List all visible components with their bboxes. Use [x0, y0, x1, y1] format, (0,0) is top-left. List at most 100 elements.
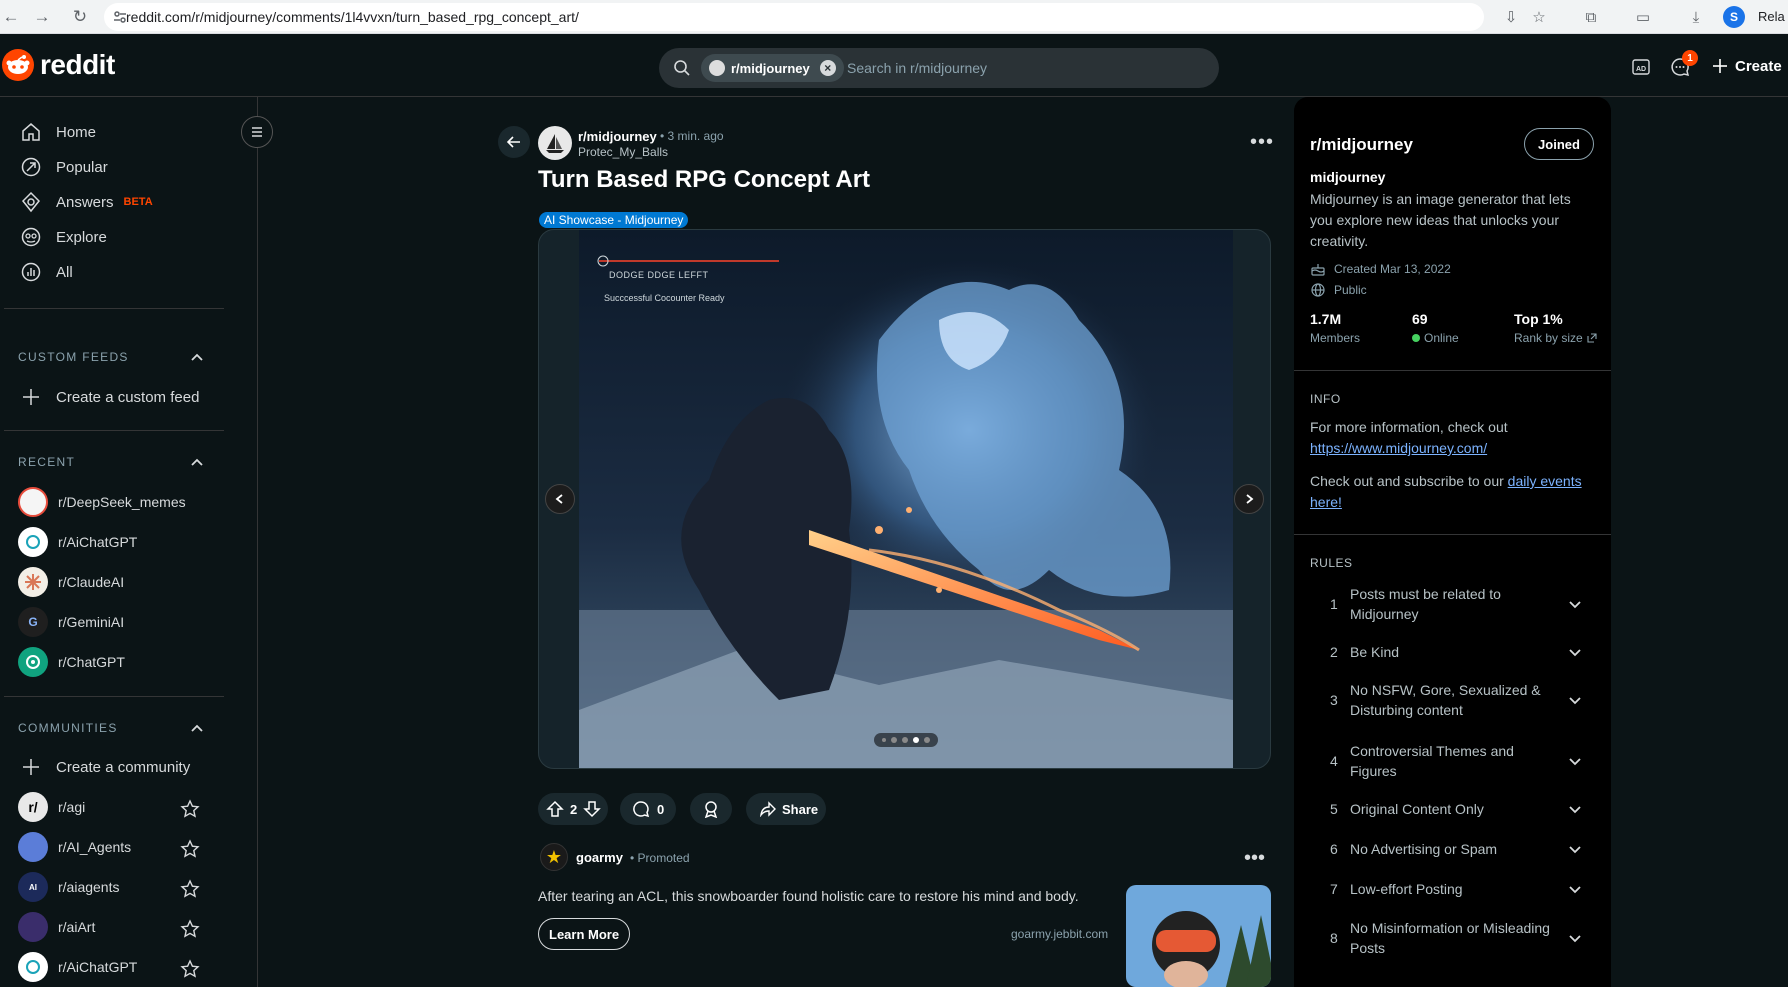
subreddit-avatar[interactable] [538, 126, 572, 160]
promo-image[interactable] [1126, 885, 1271, 987]
nav-answers[interactable]: Answers BETA [20, 187, 153, 217]
chevron-up-icon[interactable] [190, 721, 204, 735]
media-controls-icon[interactable]: ▭ [1632, 7, 1654, 27]
gallery-dot[interactable] [891, 737, 897, 743]
favorite-star-icon[interactable] [180, 919, 200, 939]
advertiser-name[interactable]: goarmy [576, 850, 623, 865]
community-item[interactable]: r/AiChatGPT [18, 952, 137, 982]
rank-label-wrap[interactable]: Rank by size [1514, 331, 1597, 345]
rule-item[interactable]: 8 No Misinformation or Misleading Posts [1310, 917, 1590, 959]
gallery-dot[interactable] [924, 737, 930, 743]
downvote-icon[interactable] [583, 800, 602, 818]
recent-item[interactable]: r/ChatGPT [18, 647, 125, 677]
communities-heading[interactable]: COMMUNITIES [18, 721, 118, 735]
recent-item[interactable]: r/DeepSeek_memes [18, 487, 186, 517]
chevron-down-icon[interactable] [1568, 842, 1582, 856]
chevron-down-icon[interactable] [1568, 645, 1582, 659]
community-item[interactable]: r/aiArt [18, 912, 95, 942]
promo-text[interactable]: After tearing an ACL, this snowboarder f… [538, 888, 1079, 904]
chevron-down-icon[interactable] [1568, 597, 1582, 611]
nav-home[interactable]: Home [20, 117, 96, 147]
reload-icon[interactable]: ↻ [69, 6, 91, 28]
post-author-link[interactable]: Protec_My_Balls [578, 145, 668, 159]
url-text[interactable]: reddit.com/r/midjourney/comments/1l4vvxn… [126, 9, 579, 25]
promo-more-options-icon[interactable]: ••• [1244, 847, 1265, 870]
nav-explore[interactable]: Explore [20, 222, 107, 252]
community-item[interactable]: r/AI_Agents [18, 832, 131, 862]
learn-more-button[interactable]: Learn More [538, 918, 631, 950]
joined-button[interactable]: Joined [1524, 128, 1594, 160]
gallery-dot[interactable] [882, 738, 886, 742]
post-flair[interactable]: AI Showcase - Midjourney [539, 212, 689, 228]
chevron-down-icon[interactable] [1568, 754, 1582, 768]
promo-domain[interactable]: goarmy.jebbit.com [1011, 927, 1108, 941]
recent-item[interactable]: r/AiChatGPT [18, 527, 137, 557]
advertiser-avatar[interactable]: ★ [540, 843, 568, 871]
downloads-icon[interactable]: ⤓ [1685, 7, 1707, 27]
gallery-dot[interactable] [902, 737, 908, 743]
gallery-prev-button[interactable] [545, 484, 575, 514]
recent-heading[interactable]: RECENT [18, 455, 75, 469]
address-bar[interactable]: reddit.com/r/midjourney/comments/1l4vvxn… [104, 3, 1484, 31]
create-custom-feed[interactable]: Create a custom feed [20, 382, 199, 412]
profile-label[interactable]: Rela [1758, 9, 1785, 24]
advertise-icon[interactable]: AD [1629, 55, 1653, 79]
collapse-sidebar-button[interactable] [241, 116, 273, 148]
remove-chip-icon[interactable]: × [819, 60, 836, 76]
share-button[interactable]: Share [746, 793, 826, 825]
community-item[interactable]: AI r/aiagents [18, 872, 119, 902]
custom-feeds-heading[interactable]: CUSTOM FEEDS [18, 350, 129, 364]
chevron-down-icon[interactable] [1568, 882, 1582, 896]
community-item[interactable]: r/ r/agi [18, 792, 85, 822]
chevron-down-icon[interactable] [1568, 931, 1582, 945]
rule-item[interactable]: 6 No Advertising or Spam [1310, 834, 1590, 864]
favorite-star-icon[interactable] [180, 799, 200, 819]
rule-item[interactable]: 3 No NSFW, Gore, Sexualized & Disturbing… [1310, 679, 1590, 721]
search-bar[interactable]: r/midjourney × Search in r/midjourney [659, 48, 1219, 88]
gallery-dot-active[interactable] [913, 737, 919, 743]
chevron-down-icon[interactable] [1568, 802, 1582, 816]
recent-item[interactable]: r/ClaudeAI [18, 567, 124, 597]
upvote-icon[interactable] [546, 800, 564, 818]
back-arrow-icon[interactable]: ← [0, 6, 22, 28]
chevron-up-icon[interactable] [190, 350, 204, 364]
members-count: 1.7M [1310, 311, 1342, 327]
rule-item[interactable]: 4 Controversial Themes and Figures [1310, 740, 1590, 782]
chevron-up-icon[interactable] [190, 455, 204, 469]
post-subreddit-link[interactable]: r/midjourney [578, 129, 657, 144]
rule-item[interactable]: 1 Posts must be related to Midjourney [1310, 583, 1590, 625]
create-community[interactable]: Create a community [20, 752, 190, 782]
favorite-star-icon[interactable] [180, 959, 200, 979]
info-link[interactable]: https://www.midjourney.com/ [1310, 440, 1487, 456]
nav-popular[interactable]: Popular [20, 152, 108, 182]
install-app-icon[interactable]: ⇩ [1500, 7, 1522, 27]
create-button[interactable]: Create [1711, 57, 1782, 75]
promoted-label: • Promoted [630, 851, 690, 865]
favorite-star-icon[interactable] [180, 879, 200, 899]
image-gallery[interactable]: DODGE DDGE LEFFT Succcessful Cocounter R… [538, 229, 1271, 769]
bookmark-star-icon[interactable]: ☆ [1528, 7, 1550, 27]
extensions-icon[interactable]: ⧉ [1580, 7, 1602, 27]
online-label: Online [1424, 331, 1459, 345]
rule-item[interactable]: 5 Original Content Only [1310, 794, 1590, 824]
search-input[interactable]: Search in r/midjourney [847, 60, 987, 76]
profile-avatar[interactable]: S [1723, 6, 1745, 28]
created-date-text: Created Mar 13, 2022 [1334, 262, 1451, 276]
reddit-logo[interactable]: reddit [2, 49, 115, 81]
chevron-down-icon[interactable] [1568, 693, 1582, 707]
rule-item[interactable]: 7 Low-effort Posting [1310, 874, 1590, 904]
rule-item[interactable]: 2 Be Kind [1310, 637, 1590, 667]
search-scope-chip[interactable]: r/midjourney × [701, 54, 844, 82]
favorite-star-icon[interactable] [180, 839, 200, 859]
comments-button[interactable]: 0 [620, 793, 676, 825]
rank-value: Top 1% [1514, 311, 1563, 327]
gallery-next-button[interactable] [1234, 484, 1264, 514]
recent-item[interactable]: G r/GeminiAI [18, 607, 124, 637]
nav-all[interactable]: All [20, 257, 73, 287]
back-button[interactable] [498, 126, 530, 158]
award-button[interactable] [690, 793, 732, 825]
forward-arrow-icon[interactable]: → [31, 6, 53, 28]
info-text-body: For more information, check out [1310, 419, 1508, 435]
community-title[interactable]: r/midjourney [1310, 135, 1413, 155]
post-more-options-icon[interactable]: ••• [1250, 131, 1274, 154]
